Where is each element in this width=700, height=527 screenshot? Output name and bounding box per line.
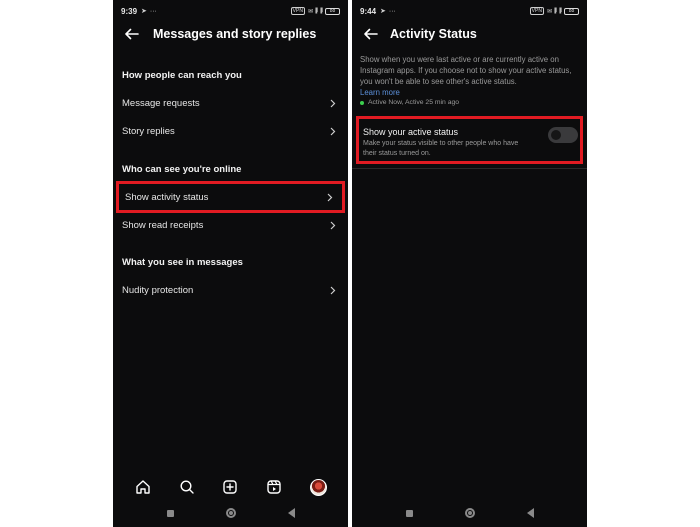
status-time: 9:44 bbox=[360, 6, 377, 16]
home-button-icon[interactable] bbox=[464, 508, 475, 518]
row-label: Story replies bbox=[122, 125, 175, 137]
row-label: Show read receipts bbox=[122, 219, 204, 231]
divider bbox=[352, 168, 587, 169]
row-message-requests[interactable]: Message requests bbox=[116, 90, 345, 116]
phone-screen-activity-status: 9:44 ➤ ··· VPN ✉ |||l |||l 88 Activity S… bbox=[352, 0, 587, 527]
row-nudity-protection[interactable]: Nudity protection bbox=[116, 277, 345, 303]
home-button-icon[interactable] bbox=[225, 508, 236, 518]
signal-icon: |||l bbox=[314, 8, 318, 14]
more-notifications-icon: ··· bbox=[149, 7, 157, 15]
page-title: Activity Status bbox=[390, 27, 477, 41]
page-title: Messages and story replies bbox=[153, 27, 317, 41]
phone-screen-messages-settings: 9:39 ➤ ··· VPN ✉ |||l |||l 88 Messages a… bbox=[113, 0, 348, 527]
recents-icon[interactable] bbox=[166, 509, 174, 517]
vpn-icon: VPN bbox=[529, 7, 544, 15]
chevron-right-icon bbox=[326, 193, 334, 202]
signal-icon-2: |||l bbox=[558, 8, 562, 14]
active-dot-icon bbox=[360, 100, 364, 105]
recents-icon[interactable] bbox=[405, 509, 413, 517]
row-label: Nudity protection bbox=[122, 284, 194, 296]
signal-icon-2: |||l bbox=[319, 8, 323, 14]
chevron-right-icon bbox=[329, 221, 337, 230]
system-navigation-bar bbox=[352, 503, 587, 523]
telegram-icon: ➤ bbox=[380, 8, 386, 15]
search-icon[interactable] bbox=[177, 477, 197, 497]
row-label: Message requests bbox=[122, 97, 200, 109]
system-back-icon[interactable] bbox=[526, 508, 534, 518]
system-back-icon[interactable] bbox=[287, 508, 295, 518]
signal-icon: |||l bbox=[553, 8, 557, 14]
home-icon[interactable] bbox=[133, 477, 153, 497]
toggle-description: Make your status visible to other people… bbox=[363, 140, 519, 157]
status-time: 9:39 bbox=[121, 6, 138, 16]
active-status-example: Active Now, Active 25 min ago bbox=[360, 99, 459, 106]
learn-more-link[interactable]: Learn more bbox=[360, 88, 400, 97]
more-notifications-icon: ··· bbox=[388, 7, 396, 15]
section-title-reach: How people can reach you bbox=[122, 70, 242, 81]
profile-avatar[interactable] bbox=[308, 477, 328, 497]
toggle-title: Show your active status bbox=[363, 127, 459, 137]
battery-icon: 88 bbox=[564, 7, 579, 15]
vpn-icon: VPN bbox=[290, 7, 305, 15]
row-label: Show activity status bbox=[125, 191, 209, 203]
row-show-read-receipts[interactable]: Show read receipts bbox=[116, 212, 345, 238]
header: Activity Status bbox=[352, 24, 587, 44]
row-show-activity-status[interactable]: Show activity status bbox=[116, 181, 345, 213]
chevron-right-icon bbox=[329, 127, 337, 136]
bottom-navigation bbox=[113, 475, 348, 499]
reels-icon[interactable] bbox=[264, 477, 284, 497]
create-icon[interactable] bbox=[220, 477, 240, 497]
chevron-right-icon bbox=[329, 286, 337, 295]
row-story-replies[interactable]: Story replies bbox=[116, 118, 345, 144]
header: Messages and story replies bbox=[113, 24, 348, 44]
wifi-icon: ✉ bbox=[307, 8, 313, 15]
avatar bbox=[309, 478, 327, 496]
wifi-icon: ✉ bbox=[546, 8, 552, 15]
back-arrow-icon[interactable] bbox=[119, 24, 143, 44]
toggle-knob bbox=[551, 130, 561, 140]
description-text: Show when you were last active or are cu… bbox=[360, 55, 572, 86]
back-arrow-icon[interactable] bbox=[358, 24, 382, 44]
system-navigation-bar bbox=[113, 503, 348, 523]
battery-icon: 88 bbox=[325, 7, 340, 15]
activity-status-description: Show when you were last active or are cu… bbox=[360, 54, 582, 98]
telegram-icon: ➤ bbox=[141, 8, 147, 15]
status-bar: 9:39 ➤ ··· VPN ✉ |||l |||l 88 bbox=[121, 5, 340, 17]
chevron-right-icon bbox=[329, 99, 337, 108]
status-bar: 9:44 ➤ ··· VPN ✉ |||l |||l 88 bbox=[360, 5, 579, 17]
active-status-text: Active Now, Active 25 min ago bbox=[368, 99, 460, 106]
section-title-online: Who can see you're online bbox=[122, 164, 242, 175]
active-status-toggle[interactable] bbox=[548, 127, 578, 143]
show-active-status-setting[interactable]: Show your active status Make your status… bbox=[356, 116, 583, 164]
section-title-messages: What you see in messages bbox=[122, 257, 243, 268]
